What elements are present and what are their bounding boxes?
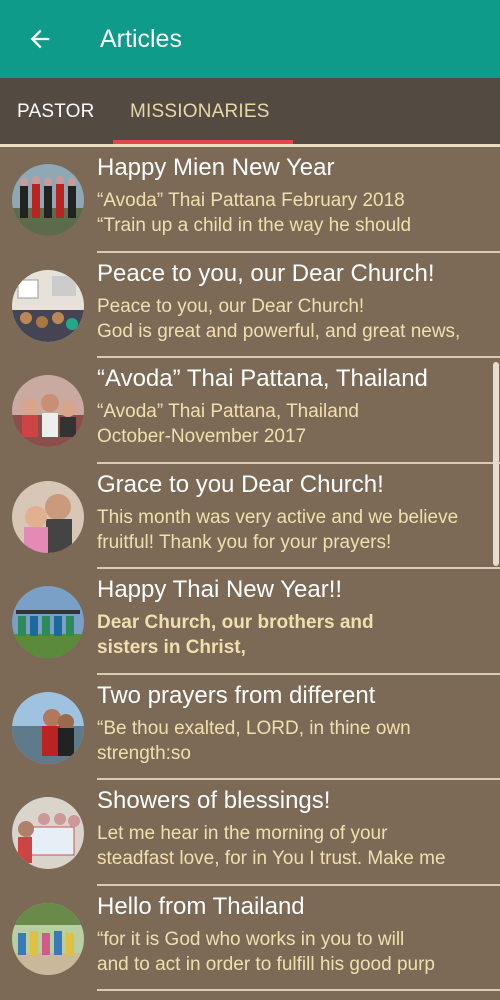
list-item[interactable]: Two prayers from different “Be thou exal…	[0, 675, 500, 780]
list-item[interactable]: Peace to you, our Dear Church! Peace to …	[0, 253, 500, 358]
article-list: Happy Mien New Year “Avoda” Thai Pattana…	[0, 147, 500, 991]
app-bar: Articles	[0, 0, 500, 78]
article-thumbnail	[12, 586, 84, 658]
back-button[interactable]	[20, 19, 60, 59]
list-item[interactable]: Happy Mien New Year “Avoda” Thai Pattana…	[0, 147, 500, 253]
tab-bar: PASTOR MISSIONARIES	[0, 78, 500, 146]
article-snippet: Peace to you, our Dear Church!	[97, 295, 365, 317]
article-thumbnail	[12, 902, 84, 975]
article-title: Peace to you, our Dear Church!	[97, 259, 435, 287]
article-snippet: Dear Church, our brothers and	[97, 612, 374, 633]
article-snippet: strength:so	[97, 742, 191, 764]
article-title: Happy Mien New Year	[97, 154, 335, 181]
article-snippet: Let me hear in the morning of your	[97, 823, 388, 844]
list-item[interactable]: Showers of blessings! Let me hear in the…	[0, 780, 500, 886]
article-snippet: God is great and powerful, and great new…	[97, 320, 461, 342]
article-thumbnail	[12, 480, 84, 553]
article-snippet: “Avoda” Thai Pattana February 2018	[97, 190, 405, 211]
article-title: Happy Thai New Year!!	[97, 576, 343, 603]
list-item[interactable]: “Avoda” Thai Pattana, Thailand “Avoda” T…	[0, 358, 500, 464]
article-title: Grace to you Dear Church!	[97, 470, 384, 498]
page-title: Articles	[100, 24, 182, 53]
article-snippet: and to act in order to fulfill his good …	[97, 953, 435, 975]
article-snippet: “for it is God who works in you to will	[97, 928, 405, 950]
article-snippet: fruitful! Thank you for your prayers!	[97, 531, 392, 553]
article-snippet: “Train up a child in the way he should	[97, 215, 412, 236]
arrow-left-icon	[30, 29, 50, 49]
list-item[interactable]: Grace to you Dear Church! This month was…	[0, 464, 500, 569]
article-snippet: This month was very active and we believ…	[97, 506, 459, 528]
article-title: Two prayers from different	[97, 681, 376, 709]
article-title: Showers of blessings!	[97, 787, 331, 814]
article-snippet: steadfast love, for in You I trust. Make…	[97, 848, 446, 869]
article-thumbnail	[12, 269, 84, 342]
article-snippet: “Be thou exalted, LORD, in thine own	[97, 717, 411, 739]
article-title: “Avoda” Thai Pattana, Thailand	[97, 365, 428, 392]
tab-pastor[interactable]: PASTOR	[17, 78, 95, 146]
article-snippet: October-November 2017	[97, 426, 307, 447]
article-title: Hello from Thailand	[97, 892, 305, 920]
list-item[interactable]: Hello from Thailand “for it is God who w…	[0, 886, 500, 991]
article-thumbnail	[12, 691, 84, 764]
divider	[97, 989, 500, 991]
scrollbar[interactable]	[493, 362, 499, 566]
article-snippet: “Avoda” Thai Pattana, Thailand	[97, 401, 359, 422]
article-thumbnail	[12, 375, 84, 447]
tab-missionaries[interactable]: MISSIONARIES	[130, 78, 270, 146]
article-thumbnail	[12, 164, 84, 236]
list-item[interactable]: Happy Thai New Year!! Dear Church, our b…	[0, 569, 500, 675]
article-thumbnail	[12, 797, 84, 869]
article-snippet: sisters in Christ,	[97, 637, 246, 658]
